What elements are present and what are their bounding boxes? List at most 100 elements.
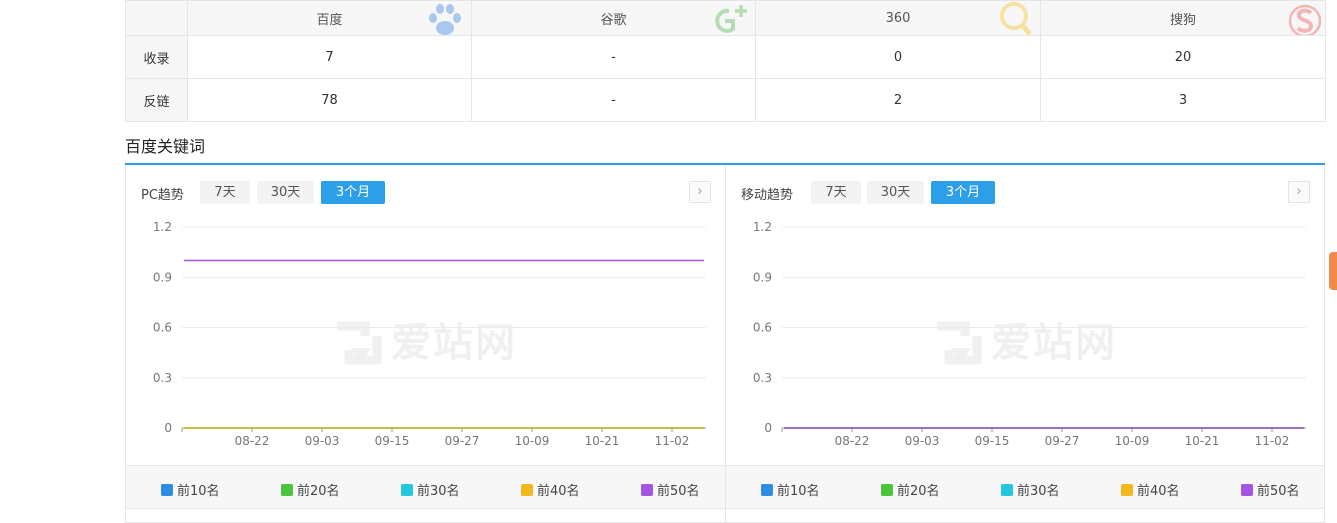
legend-swatch — [1241, 483, 1253, 496]
x-tick-label: 09-15 — [375, 434, 410, 448]
legend-label: 前20名 — [897, 484, 940, 499]
mobile-trend-panel: 移动趋势 7天 30天 3个月 › 爱站网 1.2 0.9 0.6 0.3 0 08-22… — [725, 165, 1325, 523]
legend-item[interactable]: 前30名 — [401, 480, 460, 499]
legend-label: 前50名 — [1257, 484, 1300, 499]
legend-swatch — [641, 483, 653, 496]
legend-swatch — [161, 483, 173, 496]
legend-label: 前40名 — [537, 484, 580, 499]
panel-title: PC趋势 — [141, 188, 184, 203]
legend-label: 前30名 — [417, 484, 460, 499]
google-plus-icon — [715, 5, 747, 33]
y-tick-label: 0 — [764, 421, 772, 435]
section-title: 百度关键词 — [125, 137, 206, 156]
legend-swatch — [881, 483, 893, 496]
range-button-7d[interactable]: 7天 — [811, 181, 861, 204]
legend-item[interactable]: 前50名 — [1241, 480, 1300, 499]
table-row: 收录 7 - 0 20 — [125, 35, 1326, 79]
x-tick-label: 09-03 — [305, 434, 340, 448]
table-cell: 0 — [755, 35, 1041, 79]
engine-stats-table: 百度 谷歌 360 搜狗 收录 7 - 0 20 反链 78 - 2 3 — [125, 0, 1326, 122]
engine-header-360: 360 — [755, 0, 1041, 36]
panel-header: PC趋势 7天 30天 3个月 › — [126, 180, 725, 205]
mobile-trend-chart: 1.2 0.9 0.6 0.3 0 08-22 09-03 09-15 09-27 10-09 10… — [753, 220, 1306, 448]
pc-trend-panel: PC趋势 7天 30天 3个月 › 爱站网 1.2 0.9 0.6 0.3 0 08-22… — [125, 165, 726, 523]
y-tick-label: 0.3 — [753, 371, 772, 385]
y-tick-label: 0.3 — [153, 371, 172, 385]
x-tick-label: 09-03 — [905, 434, 940, 448]
table-cell: 20 — [1040, 35, 1326, 79]
x-tick-label: 10-09 — [515, 434, 550, 448]
engine-name: 谷歌 — [600, 12, 627, 28]
legend-swatch — [401, 483, 413, 496]
legend-label: 前40名 — [1137, 484, 1180, 499]
legend-label: 前30名 — [1017, 484, 1060, 499]
legend-swatch — [281, 483, 293, 496]
legend-item[interactable]: 前40名 — [1121, 480, 1180, 499]
corner-cell — [125, 0, 188, 36]
y-tick-label: 0.9 — [753, 270, 772, 284]
table-cell: - — [471, 35, 756, 79]
y-tick-label: 0.6 — [753, 321, 772, 335]
pc-chart-legend: 前10名 前20名 前30名 前40名 前50名 — [126, 465, 725, 509]
engine-name: 360 — [885, 10, 911, 26]
mobile-chart-legend: 前10名 前20名 前30名 前40名 前50名 — [726, 465, 1324, 509]
engine-name: 百度 — [316, 12, 343, 28]
sogou-icon — [1288, 4, 1321, 35]
table-cell: 2 — [755, 78, 1041, 122]
legend-swatch — [761, 483, 773, 496]
x-tick-label: 11-02 — [655, 434, 690, 448]
table-header-row: 百度 谷歌 360 搜狗 — [125, 0, 1326, 36]
legend-item[interactable]: 前30名 — [1001, 480, 1060, 499]
legend-label: 前10名 — [177, 484, 220, 499]
range-button-30d[interactable]: 30天 — [867, 181, 924, 204]
x-tick-label: 09-27 — [1045, 434, 1080, 448]
chevron-right-icon[interactable]: › — [1288, 181, 1310, 203]
range-button-3m[interactable]: 3个月 — [931, 181, 995, 204]
row-label: 收录 — [125, 35, 188, 79]
x-tick-label: 10-09 — [1115, 434, 1150, 448]
y-tick-label: 0.9 — [153, 270, 172, 284]
x-tick-label: 08-22 — [835, 434, 870, 448]
row-label: 反链 — [125, 78, 188, 122]
table-cell: 7 — [187, 35, 472, 79]
table-cell: 78 — [187, 78, 472, 122]
legend-item[interactable]: 前10名 — [161, 480, 220, 499]
x-tick-label: 10-21 — [1185, 434, 1220, 448]
legend-label: 前50名 — [657, 484, 700, 499]
engine-header-baidu: 百度 — [187, 0, 472, 36]
legend-item[interactable]: 前50名 — [641, 480, 700, 499]
y-tick-label: 1.2 — [153, 220, 172, 234]
table-cell: - — [471, 78, 756, 122]
panel-title: 移动趋势 — [741, 188, 794, 203]
y-tick-label: 1.2 — [753, 220, 772, 234]
range-button-7d[interactable]: 7天 — [200, 181, 250, 204]
range-button-30d[interactable]: 30天 — [257, 181, 314, 204]
legend-item[interactable]: 前10名 — [761, 480, 820, 499]
legend-swatch — [1121, 483, 1133, 496]
table-row: 反链 78 - 2 3 — [125, 78, 1326, 122]
x-tick-label: 11-02 — [1255, 434, 1290, 448]
magnifier-icon — [1000, 2, 1032, 35]
table-cell: 3 — [1040, 78, 1326, 122]
legend-swatch — [521, 483, 533, 496]
y-tick-label: 0.6 — [153, 321, 172, 335]
legend-swatch — [1001, 483, 1013, 496]
x-tick-label: 09-15 — [975, 434, 1010, 448]
legend-item[interactable]: 前20名 — [281, 480, 340, 499]
legend-label: 前10名 — [777, 484, 820, 499]
engine-header-google: 谷歌 — [471, 0, 756, 36]
x-tick-label: 09-27 — [445, 434, 480, 448]
range-button-3m[interactable]: 3个月 — [321, 181, 385, 204]
x-tick-label: 10-21 — [585, 434, 620, 448]
legend-item[interactable]: 前40名 — [521, 480, 580, 499]
y-tick-label: 0 — [164, 421, 172, 435]
panel-header: 移动趋势 7天 30天 3个月 › — [726, 180, 1324, 205]
side-feedback-tab[interactable] — [1329, 252, 1337, 290]
legend-label: 前20名 — [297, 484, 340, 499]
chevron-right-icon[interactable]: › — [689, 181, 711, 203]
paw-icon — [429, 4, 461, 35]
legend-item[interactable]: 前20名 — [881, 480, 940, 499]
engine-header-sogou: 搜狗 — [1040, 0, 1326, 36]
pc-trend-chart: 1.2 0.9 0.6 0.3 0 08-22 09-03 09-15 09-27 10-09 10… — [153, 220, 706, 448]
engine-name: 搜狗 — [1169, 12, 1196, 28]
